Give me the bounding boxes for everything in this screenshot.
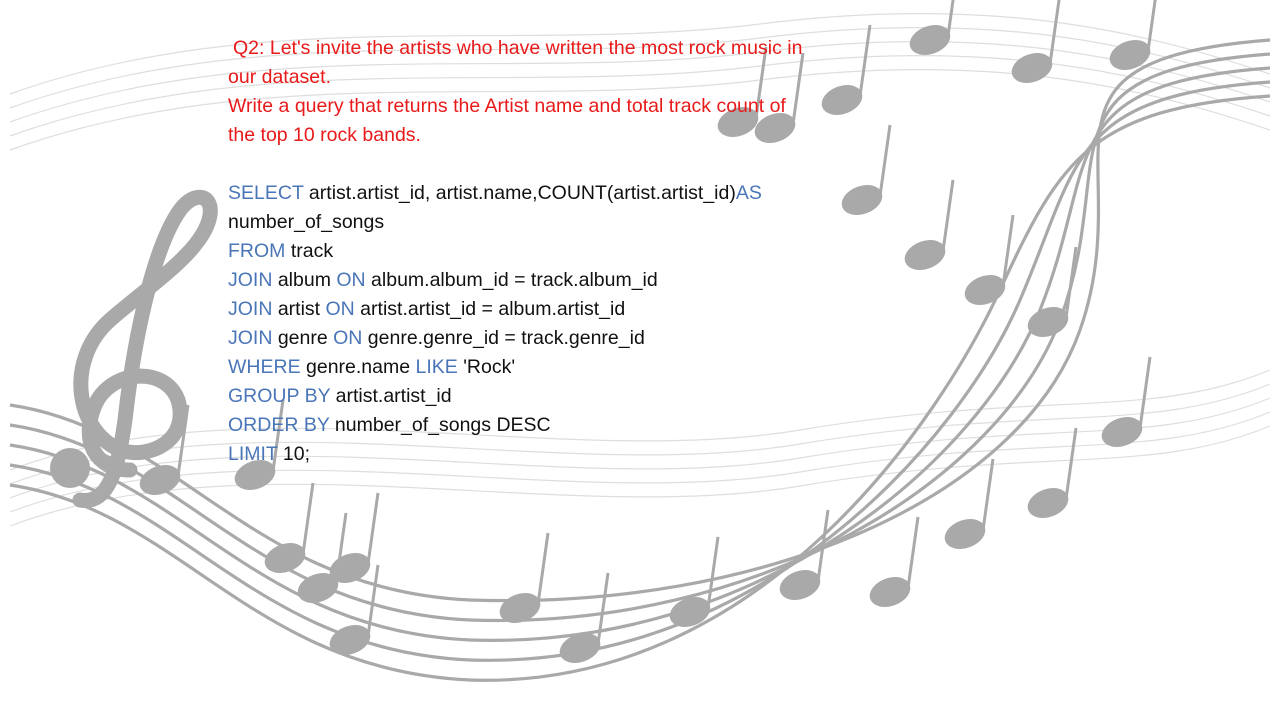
sql-line-from: FROM track xyxy=(228,237,893,266)
question-line: Q2: Let's invite the artists who have wr… xyxy=(233,37,803,59)
note-stem-icon xyxy=(1064,427,1078,500)
note-stem-icon xyxy=(596,572,610,645)
note-head-icon xyxy=(329,625,371,655)
note-head-icon xyxy=(264,543,306,573)
note-head-icon xyxy=(499,593,541,623)
sql-line-alias: number_of_songs xyxy=(228,208,893,237)
treble-clef-icon xyxy=(50,190,218,508)
sql-text: genre xyxy=(272,327,334,349)
note-head-icon xyxy=(869,577,911,607)
sql-text: album.album_id = track.album_id xyxy=(365,269,658,291)
note-head-icon xyxy=(964,275,1006,305)
sql-text: artist xyxy=(272,298,326,320)
sql-keyword: ON xyxy=(325,298,355,320)
note-stem-icon xyxy=(536,532,550,605)
sql-line-join-artist: JOIN artist ON artist.artist_id = album.… xyxy=(228,295,893,324)
sql-text: number_of_songs DESC xyxy=(329,414,551,436)
sql-keyword: AS xyxy=(735,182,762,204)
sql-keyword: LIMIT xyxy=(228,443,278,465)
note-stem-icon xyxy=(1146,0,1157,52)
sql-query: SELECT artist.artist_id, artist.name,COU… xyxy=(228,179,893,469)
note-stem-icon xyxy=(906,516,920,589)
note-head-icon xyxy=(904,240,946,270)
sql-keyword: JOIN xyxy=(228,269,273,291)
question-line: the top 10 rock bands. xyxy=(228,124,421,146)
sql-keyword: ON xyxy=(333,327,363,349)
sql-line-where: WHERE genre.name LIKE 'Rock' xyxy=(228,353,893,382)
sql-keyword: FROM xyxy=(228,240,286,262)
sql-text: artist.artist_id = album.artist_id xyxy=(354,298,626,320)
note-head-icon xyxy=(909,25,951,55)
note-head-icon xyxy=(944,519,986,549)
note-stem-icon xyxy=(981,458,995,531)
sql-text: genre.name xyxy=(300,356,416,378)
sql-keyword: ON xyxy=(336,269,366,291)
sql-keyword: ORDER BY xyxy=(228,414,330,436)
sql-text: 10; xyxy=(277,443,311,465)
sql-keyword: JOIN xyxy=(228,298,273,320)
sql-line-limit: LIMIT 10; xyxy=(228,440,893,469)
question-text: Q2: Let's invite the artists who have wr… xyxy=(228,34,893,150)
sql-line-join-album: JOIN album ON album.album_id = track.alb… xyxy=(228,266,893,295)
sql-text: genre.genre_id = track.genre_id xyxy=(362,327,645,349)
note-head-icon xyxy=(559,633,601,663)
note-stem-icon xyxy=(1064,246,1078,319)
sql-line-group-by: GROUP BY artist.artist_id xyxy=(228,382,893,411)
sql-text: 'Rock' xyxy=(457,356,516,378)
sql-keyword: LIKE xyxy=(415,356,458,378)
sql-text: artist.artist_id, artist.name,COUNT(arti… xyxy=(303,182,736,204)
note-head-icon xyxy=(1101,417,1143,447)
sql-text: track xyxy=(285,240,334,262)
sql-keyword: JOIN xyxy=(228,327,273,349)
note-head-icon xyxy=(1011,53,1053,83)
slide-content: Q2: Let's invite the artists who have wr… xyxy=(228,34,893,469)
note-stem-icon xyxy=(946,0,955,37)
sql-keyword: SELECT xyxy=(228,182,304,204)
note-stem-icon xyxy=(1138,356,1152,429)
note-head-icon xyxy=(1027,488,1069,518)
question-line: our dataset. xyxy=(228,66,331,88)
sql-line-join-genre: JOIN genre ON genre.genre_id = track.gen… xyxy=(228,324,893,353)
note-stem-icon xyxy=(366,492,380,565)
sql-text: album xyxy=(272,269,337,291)
note-head-icon xyxy=(1109,40,1151,70)
sql-line-select: SELECT artist.artist_id, artist.name,COU… xyxy=(228,179,893,208)
sql-line-order-by: ORDER BY number_of_songs DESC xyxy=(228,411,893,440)
note-stem-icon xyxy=(301,482,315,555)
note-stem-icon xyxy=(941,179,955,252)
sql-keyword: GROUP BY xyxy=(228,385,331,407)
sql-keyword: WHERE xyxy=(228,356,301,378)
note-stem-icon xyxy=(1048,0,1061,65)
sql-text: artist.artist_id xyxy=(330,385,452,407)
question-line: Write a query that returns the Artist na… xyxy=(228,95,786,117)
sql-text: number_of_songs xyxy=(228,211,385,233)
